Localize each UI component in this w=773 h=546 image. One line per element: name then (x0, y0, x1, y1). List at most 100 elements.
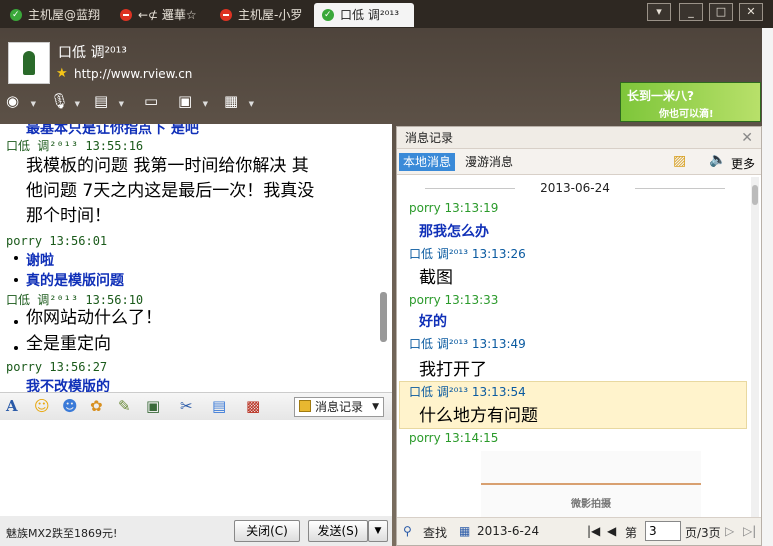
message-text: 他问题 7天之内这是最后一次！我真没 (26, 181, 315, 201)
calendar-icon[interactable]: ▦ (459, 524, 470, 538)
last-page-icon[interactable]: ▷| (743, 524, 756, 538)
next-page-icon[interactable]: ▷ (725, 524, 734, 538)
history-messages[interactable]: 2013-06-24 porry 13:13:19 那我怎么办 口低 调²⁰¹³… (397, 175, 749, 517)
scrollbar-thumb[interactable] (752, 185, 758, 205)
magic-emoji-icon[interactable]: ☻ (62, 397, 78, 417)
chevron-down-icon: ▼ (374, 526, 382, 536)
prev-page-icon[interactable]: ◀ (607, 524, 616, 538)
history-tabs: 本地消息 漫游消息 ▨ 🔈 更多 (397, 149, 761, 175)
message-text: 我不改模版的 (26, 379, 110, 392)
page-suffix: 页/3页 (685, 526, 721, 540)
chevron-down-icon: ▼ (118, 100, 124, 108)
star-icon: ★ (56, 66, 68, 81)
bottom-bar: 魅族MX2跌至1869元! 关闭(C) 发送(S) ▼ (0, 516, 392, 546)
manager-icon[interactable]: ▨ (673, 153, 686, 169)
close-chat-button[interactable]: 关闭(C) (234, 520, 300, 542)
bullet (14, 278, 18, 282)
promo-link[interactable]: 魅族MX2跌至1869元! (6, 525, 117, 541)
tab-0[interactable]: 主机屋@蓝翔 (2, 3, 112, 27)
handwrite-icon[interactable]: ✎ (118, 397, 131, 417)
maximize-button[interactable]: □ (709, 3, 733, 21)
chevron-down-icon: ▼ (372, 402, 379, 412)
message-text: 截图 (419, 268, 453, 288)
tab-2[interactable]: 主机屋-小罗 (212, 3, 314, 27)
search-icon[interactable]: ⚲ (403, 524, 412, 538)
message-text: 我模板的问题 我第一时间给你解决 其 (26, 156, 309, 176)
close-button[interactable]: ✕ (739, 3, 763, 21)
history-label: 消息记录 (315, 400, 364, 414)
tab-1[interactable]: ←⊄ 邏華☆ (112, 3, 212, 27)
bullet (14, 320, 18, 324)
apps-button[interactable]: ▦ ▼ (224, 92, 254, 114)
image-icon[interactable]: ▣ (146, 397, 160, 417)
message-text: 我打开了 (419, 360, 487, 380)
chevron-down-icon: ▼ (202, 100, 208, 108)
speaker-icon[interactable]: 🔈 (709, 152, 726, 168)
ad-banner[interactable]: 长到一米八? 你也可以滴! (620, 82, 761, 122)
message-text: 那个时间！ (26, 206, 111, 226)
scrollbar-thumb[interactable] (380, 292, 387, 342)
message-header: porry 13:13:33 (409, 293, 499, 307)
tab-roaming[interactable]: 漫游消息 (461, 153, 517, 171)
busy-icon (220, 9, 232, 21)
chevron-down-icon: ▼ (30, 100, 36, 108)
send-button[interactable]: 发送(S) (308, 520, 368, 542)
camera-icon: ◉ (6, 92, 20, 110)
file-button[interactable]: ▤ ▼ (94, 92, 124, 114)
history-title: 消息记录 ✕ (397, 127, 761, 149)
message-header: porry 13:13:19 (409, 201, 499, 215)
first-page-icon[interactable]: |◀ (587, 524, 600, 538)
message-header: 口低 调²⁰¹³ 13:13:26 (409, 247, 526, 261)
avatar[interactable] (8, 42, 50, 84)
online-icon (322, 3, 334, 27)
sms-button[interactable]: ▭ (144, 92, 174, 114)
menu-button[interactable]: ▾ (647, 3, 671, 21)
message-text: 全是重定向 (26, 334, 111, 354)
history-footer: ⚲ 查找 ▦ 2013-6-24 |◀ ◀ 第 3 页/3页 ▷ ▷| (397, 517, 761, 545)
input-toolbar: A ☺ ☻ ✿ ✎ ▣ ✂ ▤ ▩ 消息记录 ▼ (0, 392, 392, 420)
message-header: porry 13:56:27 (6, 360, 108, 374)
tab-local[interactable]: 本地消息 (399, 153, 456, 171)
tab-label: 主机屋@蓝翔 (28, 8, 101, 22)
message-text: 好的 (419, 314, 447, 330)
history-panel: 消息记录 ✕ 本地消息 漫游消息 ▨ 🔈 更多 2013-06-24 porry … (396, 126, 762, 546)
shake-icon[interactable]: ✿ (90, 397, 103, 417)
history-title-text: 消息记录 (405, 131, 454, 145)
page-input[interactable]: 3 (645, 521, 681, 541)
tab-3[interactable]: 口低 调²⁰¹³ (314, 3, 414, 27)
history-icon (299, 400, 311, 412)
bullet (14, 346, 18, 350)
gift-icon[interactable]: ▩ (246, 397, 260, 417)
close-icon[interactable]: ✕ (741, 127, 753, 149)
message-input[interactable] (0, 420, 392, 516)
more-button[interactable]: 更多 (731, 155, 755, 172)
date-picker[interactable]: 2013-6-24 (477, 524, 539, 538)
message-text: 你网站动什么了！ (26, 308, 162, 328)
send-options-button[interactable]: ▼ (368, 520, 388, 542)
monitor-icon: ▣ (178, 92, 193, 110)
music-icon[interactable]: ▤ (212, 397, 226, 417)
font-icon[interactable]: A (6, 397, 18, 417)
voice-button[interactable]: 🎙 ▼ (50, 92, 80, 114)
message-history-button[interactable]: 消息记录 ▼ (294, 397, 384, 417)
video-button[interactable]: ◉ ▼ (6, 92, 36, 114)
tab-label: 主机屋-小罗 (238, 8, 303, 22)
message-text: 什么地方有问题 (419, 406, 538, 426)
emoji-icon[interactable]: ☺ (34, 397, 50, 417)
contact-signature: http://www.rview.cn (74, 67, 193, 81)
screenshot-icon[interactable]: ✂ (180, 397, 193, 417)
tab-bar: 主机屋@蓝翔 ←⊄ 邏華☆ 主机屋-小罗 口低 调²⁰¹³ ▾ _ □ ✕ (0, 0, 773, 28)
message-header: porry 13:56:01 (6, 234, 108, 248)
minimize-button[interactable]: _ (679, 3, 703, 21)
chat-messages[interactable]: 最基本只是让你指点下 是吧 口低 调²⁰¹³ 13:55:16 我模板的问题 我… (0, 124, 392, 392)
chevron-down-icon: ▼ (248, 100, 254, 108)
thumbnail-caption: 微影拍摄 (571, 499, 611, 510)
image-thumbnail[interactable]: 微影拍摄 (481, 451, 701, 517)
folder-icon: ▤ (94, 92, 109, 110)
microphone-icon: 🎙 (50, 92, 70, 110)
history-scrollbar[interactable] (751, 177, 759, 517)
message-header: porry 13:14:15 (409, 431, 499, 445)
divider (481, 483, 701, 485)
remote-button[interactable]: ▣ ▼ (178, 92, 208, 114)
search-button[interactable]: 查找 (423, 524, 447, 541)
